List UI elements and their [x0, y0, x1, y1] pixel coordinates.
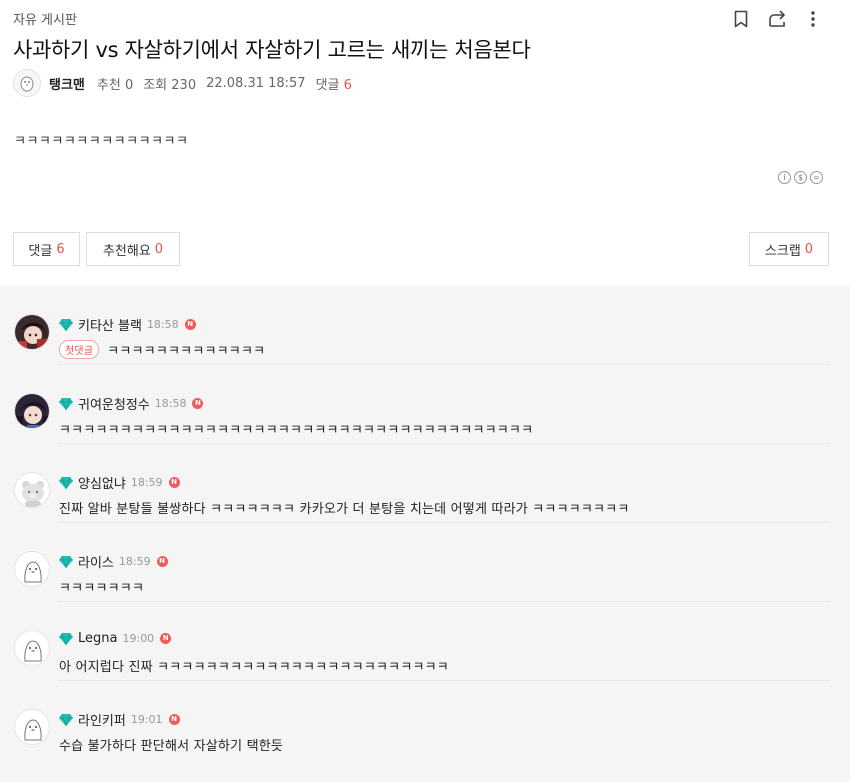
cc-by-icon: i — [778, 171, 791, 184]
post-meta: 탱크맨 추천 0 조회 230 22.08.31 18:57 댓글 6 — [13, 68, 362, 98]
commenter-avatar[interactable] — [14, 709, 50, 745]
new-badge-icon: N — [184, 319, 196, 330]
commenter-nick[interactable]: Legna — [78, 631, 117, 646]
comment-list: 키타산 블랙 18:58 N 첫댓글 ㅋㅋㅋㅋㅋㅋㅋㅋㅋㅋㅋㅋㅋ 귀여운청정수 … — [0, 286, 850, 782]
commenter-avatar[interactable] — [14, 551, 50, 587]
scrap-button[interactable]: 스크랩 0 — [749, 232, 829, 266]
comment-time: 19:00 — [122, 632, 155, 645]
new-badge-icon: N — [156, 556, 168, 567]
gem-level-icon — [59, 476, 73, 489]
comment-body: 첫댓글 ㅋㅋㅋㅋㅋㅋㅋㅋㅋㅋㅋㅋㅋ — [59, 340, 265, 359]
commenter-nick[interactable]: 라인키퍼 — [78, 710, 126, 729]
comment-body: 진짜 알바 분탕들 불쌍하다 ㅋㅋㅋㅋㅋㅋㅋ 카카오가 더 분탕을 치는데 어떻… — [59, 498, 630, 517]
comment-text: 진짜 알바 분탕들 불쌍하다 ㅋㅋㅋㅋㅋㅋㅋ 카카오가 더 분탕을 치는데 어떻… — [59, 502, 630, 517]
gem-level-icon — [59, 713, 73, 726]
comment-header: 키타산 블랙 18:58 N — [59, 315, 196, 334]
scrap-button-count: 0 — [804, 241, 814, 257]
comment-text: ㅋㅋㅋㅋㅋㅋㅋ — [59, 581, 145, 596]
comment-header: 라인키퍼 19:01 N — [59, 710, 180, 729]
recommend-button[interactable]: 추천해요 0 — [86, 232, 180, 266]
comment-button[interactable]: 댓글 6 — [13, 232, 80, 266]
post-title: 사과하기 vs 자살하기에서 자살하기 고르는 새끼는 처음본다 — [13, 38, 531, 62]
comment-button-count: 6 — [56, 241, 65, 257]
author-name[interactable]: 탱크맨 — [49, 74, 85, 93]
gem-level-icon — [59, 397, 73, 410]
comment-item: 라인키퍼 19:01 N 수습 불가하다 판단해서 자살하기 택한듯 — [0, 681, 850, 760]
post-date: 22.08.31 18:57 — [206, 75, 306, 91]
commenter-avatar[interactable] — [14, 630, 50, 666]
comment-time: 18:58 — [154, 397, 187, 410]
new-badge-icon: N — [160, 633, 172, 644]
share-icon[interactable] — [766, 8, 788, 30]
comment-time: 18:58 — [146, 318, 179, 331]
post-content: ㅋㅋㅋㅋㅋㅋㅋㅋㅋㅋㅋㅋㅋㅋ — [14, 134, 189, 149]
gem-level-icon — [59, 632, 73, 645]
recommend-button-count: 0 — [154, 241, 164, 257]
board-name[interactable]: 자유 게시판 — [13, 9, 77, 28]
comment-text: 아 어지럽다 진짜 ㅋㅋㅋㅋㅋㅋㅋㅋㅋㅋㅋㅋㅋㅋㅋㅋㅋㅋㅋㅋㅋㅋㅋㅋ — [59, 660, 449, 675]
view-count: 조회 230 — [143, 77, 197, 93]
cc-nc-icon: $ — [794, 171, 807, 184]
post-area: 자유 게시판 사과하기 vs 자살하기에서 자살하기 고르는 새끼는 처음본다 … — [0, 0, 850, 286]
new-badge-icon: N — [168, 714, 180, 725]
comment-text: ㅋㅋㅋㅋㅋㅋㅋㅋㅋㅋㅋㅋㅋ — [107, 344, 266, 359]
commenter-avatar[interactable] — [14, 393, 50, 429]
comment-count-meta[interactable]: 댓글 6 — [316, 74, 352, 93]
license-icons: i $ = — [778, 171, 823, 184]
cc-nd-icon: = — [810, 171, 823, 184]
author-avatar[interactable] — [13, 69, 41, 97]
comment-item: 양심없냐 18:59 N 진짜 알바 분탕들 불쌍하다 ㅋㅋㅋㅋㅋㅋㅋ 카카오가… — [0, 444, 850, 523]
commenter-avatar[interactable] — [14, 314, 50, 350]
new-badge-icon: N — [192, 398, 204, 409]
gem-level-icon — [59, 555, 73, 568]
comment-time: 18:59 — [118, 555, 151, 568]
bookmark-icon[interactable] — [730, 8, 752, 30]
recommend-count: 추천 0 — [96, 77, 134, 93]
new-badge-icon: N — [168, 477, 180, 488]
recommend-button-label: 추천해요 — [102, 243, 151, 259]
comment-button-label: 댓글 — [28, 243, 53, 259]
comment-body: 수습 불가하다 판단해서 자살하기 택한듯 — [59, 735, 283, 754]
commenter-nick[interactable]: 키타산 블랙 — [78, 315, 142, 334]
comment-time: 18:59 — [130, 476, 163, 489]
comment-header: 양심없냐 18:59 N — [59, 473, 180, 492]
post-toolbar — [730, 8, 824, 30]
scrap-button-label: 스크랩 — [764, 243, 801, 259]
comment-header: Legna 19:00 N — [59, 631, 172, 646]
commenter-nick[interactable]: 양심없냐 — [78, 473, 126, 492]
comment-body: ㅋㅋㅋㅋㅋㅋㅋ — [59, 577, 144, 596]
comment-header: 귀여운청정수 18:58 N — [59, 394, 204, 413]
comment-item: 라이스 18:59 N ㅋㅋㅋㅋㅋㅋㅋ — [0, 523, 850, 602]
commenter-nick[interactable]: 라이스 — [78, 552, 114, 571]
comment-header: 라이스 18:59 N — [59, 552, 168, 571]
comment-label: 댓글 — [315, 77, 340, 93]
more-vertical-icon[interactable] — [802, 8, 824, 30]
comment-item: 키타산 블랙 18:58 N 첫댓글 ㅋㅋㅋㅋㅋㅋㅋㅋㅋㅋㅋㅋㅋ — [0, 286, 850, 365]
comment-time: 19:01 — [130, 713, 163, 726]
comment-text: 수습 불가하다 판단해서 자살하기 택한듯 — [59, 739, 284, 754]
comment-item: Legna 19:00 N 아 어지럽다 진짜 ㅋㅋㅋㅋㅋㅋㅋㅋㅋㅋㅋㅋㅋㅋㅋㅋ… — [0, 602, 850, 681]
comment-body: ㅋㅋㅋㅋㅋㅋㅋㅋㅋㅋㅋㅋㅋㅋㅋㅋㅋㅋㅋㅋㅋㅋㅋㅋㅋㅋㅋㅋㅋㅋㅋㅋㅋㅋㅋㅋㅋㅋㅋ — [59, 419, 533, 438]
commenter-avatar[interactable] — [14, 472, 50, 508]
commenter-nick[interactable]: 귀여운청정수 — [78, 394, 150, 413]
gem-level-icon — [59, 318, 73, 331]
comment-count: 6 — [343, 77, 352, 93]
comment-item: 귀여운청정수 18:58 N ㅋㅋㅋㅋㅋㅋㅋㅋㅋㅋㅋㅋㅋㅋㅋㅋㅋㅋㅋㅋㅋㅋㅋㅋㅋ… — [0, 365, 850, 444]
comment-text: ㅋㅋㅋㅋㅋㅋㅋㅋㅋㅋㅋㅋㅋㅋㅋㅋㅋㅋㅋㅋㅋㅋㅋㅋㅋㅋㅋㅋㅋㅋㅋㅋㅋㅋㅋㅋㅋㅋㅋ — [59, 423, 534, 438]
first-comment-badge: 첫댓글 — [59, 340, 100, 359]
comment-body: 아 어지럽다 진짜 ㅋㅋㅋㅋㅋㅋㅋㅋㅋㅋㅋㅋㅋㅋㅋㅋㅋㅋㅋㅋㅋㅋㅋㅋ — [59, 656, 449, 675]
